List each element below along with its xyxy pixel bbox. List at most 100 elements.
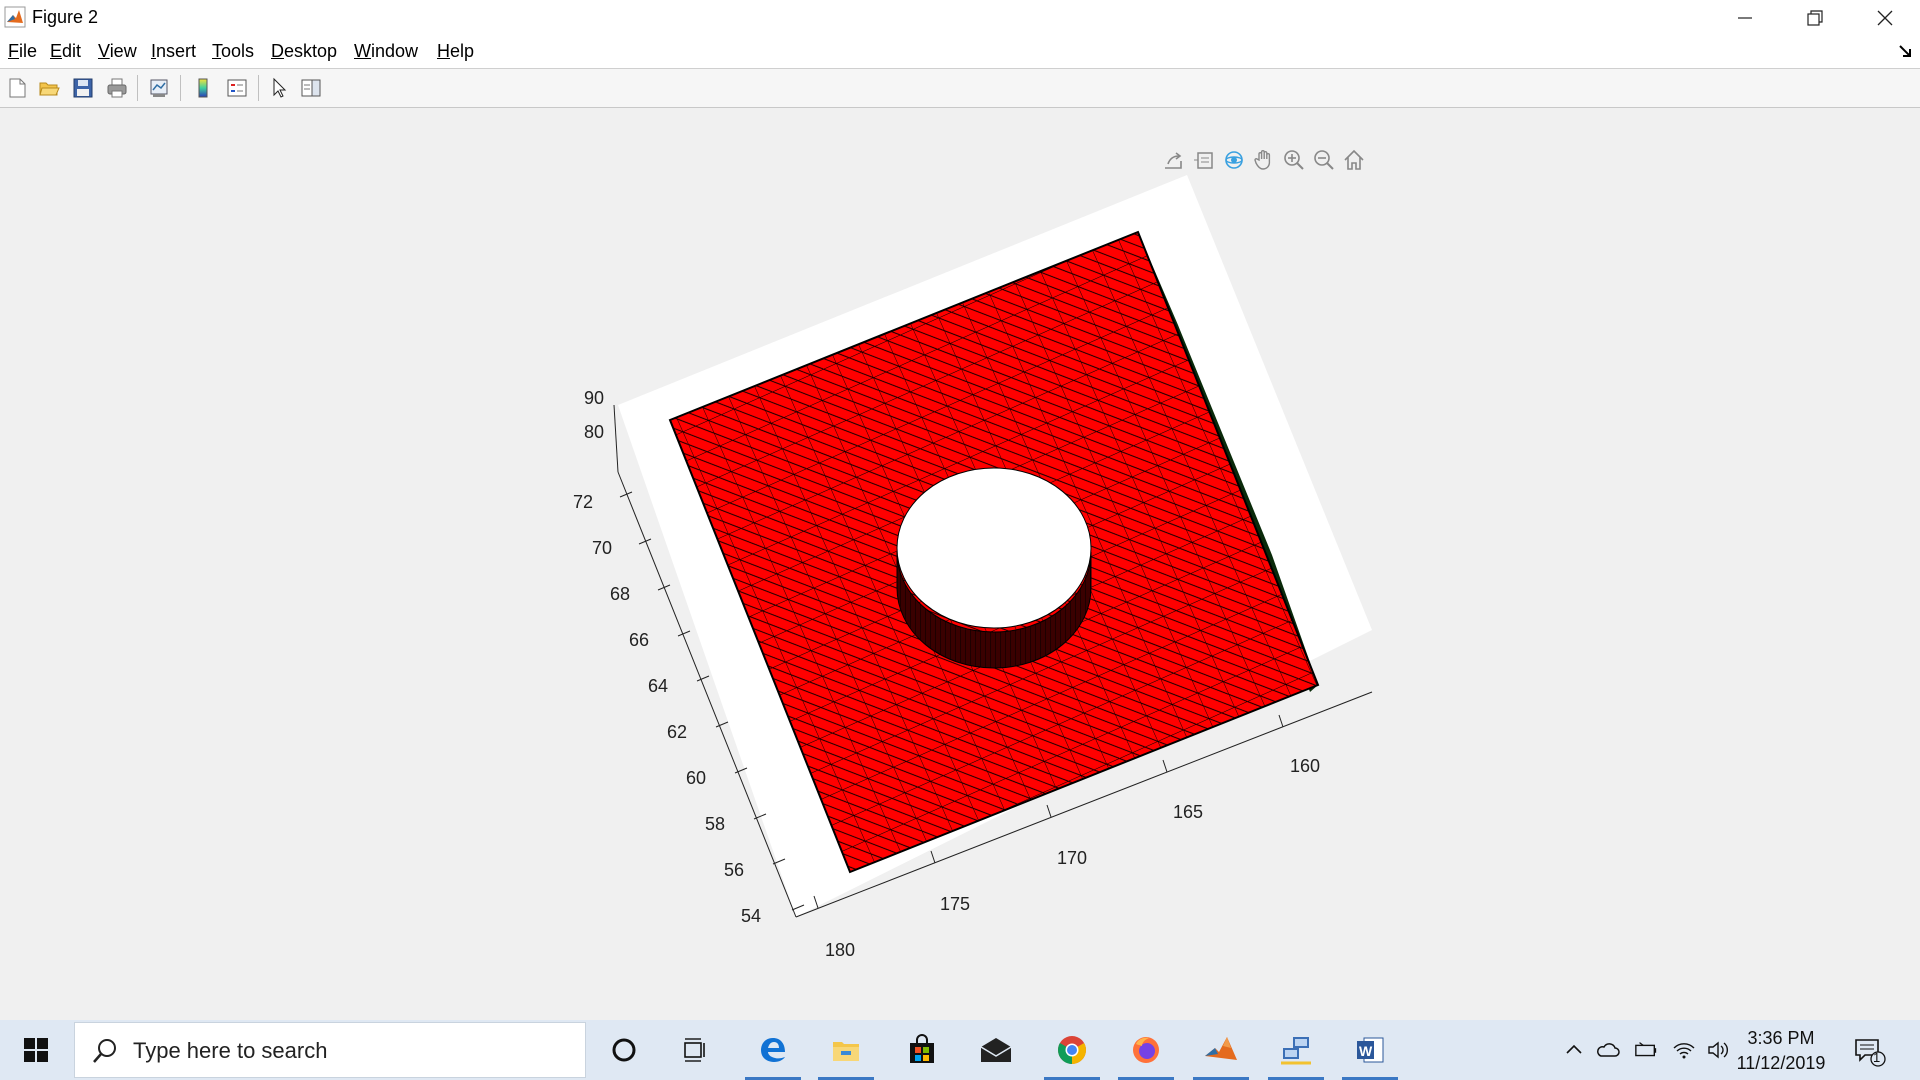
edge-icon <box>761 1038 785 1062</box>
pan-icon <box>1254 150 1271 170</box>
matlab-logo-icon <box>4 6 26 28</box>
onedrive-button[interactable] <box>1596 1038 1620 1062</box>
network-app-icon <box>1281 1037 1311 1065</box>
link-plot-button[interactable] <box>146 75 172 101</box>
insert-colorbar-button[interactable] <box>190 75 216 101</box>
y-tick-label: 58 <box>705 814 725 834</box>
toolbar-separator <box>137 75 138 101</box>
wifi-icon <box>1673 1043 1695 1059</box>
show-hidden-icons-button[interactable] <box>1562 1038 1586 1062</box>
start-button[interactable] <box>0 1020 72 1080</box>
zoom-out-icon <box>1314 150 1334 170</box>
y-tick-label: 56 <box>724 860 744 880</box>
restore-icon <box>1807 10 1823 26</box>
print-button[interactable] <box>104 75 130 101</box>
windows-logo-icon <box>24 1038 48 1062</box>
window-title: Figure 2 <box>32 7 99 27</box>
close-icon <box>1877 10 1893 26</box>
matlab-button[interactable] <box>1185 1020 1257 1080</box>
store-icon <box>910 1034 934 1063</box>
axes-3d[interactable]: 90 80 72 70 68 66 64 62 60 58 56 54 160 … <box>0 108 1920 1020</box>
pan-button[interactable] <box>1250 146 1278 174</box>
search-input[interactable] <box>131 1033 565 1069</box>
minimize-button[interactable] <box>1710 0 1780 36</box>
menu-desktop[interactable]: Desktop <box>271 41 337 62</box>
insert-legend-button[interactable] <box>224 75 250 101</box>
menu-insert[interactable]: Insert <box>151 41 196 62</box>
brush-button[interactable] <box>1190 146 1218 174</box>
zoom-out-button[interactable] <box>1310 146 1338 174</box>
network-app-button[interactable] <box>1260 1020 1332 1080</box>
save-button[interactable] <box>70 75 96 101</box>
firefox-button[interactable] <box>1110 1020 1182 1080</box>
onedrive-icon <box>1597 1043 1620 1057</box>
y-tick-label: 54 <box>741 906 761 926</box>
word-icon: W <box>1357 1037 1384 1063</box>
new-figure-icon <box>9 78 26 98</box>
export-button[interactable] <box>1160 146 1188 174</box>
word-button[interactable]: W <box>1334 1020 1406 1080</box>
edit-plot-icon <box>273 77 287 98</box>
figure-toolbar <box>0 69 1920 108</box>
edit-plot-button[interactable] <box>266 75 292 101</box>
open-file-icon <box>39 82 60 96</box>
zoom-in-button[interactable] <box>1280 146 1308 174</box>
menu-tools[interactable]: Tools <box>212 41 254 62</box>
mail-button[interactable] <box>960 1020 1032 1080</box>
insert-legend-icon <box>227 79 247 97</box>
new-figure-button[interactable] <box>4 75 30 101</box>
export-icon <box>1165 152 1182 169</box>
property-inspector-button[interactable] <box>298 75 324 101</box>
brush-icon <box>1194 152 1213 169</box>
taskbar: W 3:36 PM 11/12/2019 1 <box>0 1020 1920 1080</box>
menu-bar: File Edit View Insert Tools Desktop Wind… <box>0 36 1920 69</box>
taskbar-search[interactable] <box>74 1022 586 1078</box>
menu-window[interactable]: Window <box>354 41 418 62</box>
search-icon <box>93 1039 116 1063</box>
store-button[interactable] <box>886 1020 958 1080</box>
chrome-button[interactable] <box>1036 1020 1108 1080</box>
file-explorer-icon <box>833 1042 859 1061</box>
z-tick-label: 80 <box>584 422 604 442</box>
open-file-button[interactable] <box>36 75 62 101</box>
property-inspector-icon <box>301 79 321 97</box>
cortana-button[interactable] <box>588 1020 660 1080</box>
x-tick-label: 160 <box>1290 756 1320 776</box>
file-explorer-button[interactable] <box>810 1020 882 1080</box>
restore-button[interactable] <box>1780 0 1850 36</box>
notification-count: 1 <box>1873 1050 1881 1065</box>
zoom-in-icon <box>1284 150 1304 170</box>
rotate-3d-button[interactable] <box>1220 146 1248 174</box>
x-tick-label: 165 <box>1173 802 1203 822</box>
clock[interactable]: 3:36 PM 11/12/2019 <box>1726 1026 1836 1076</box>
undock-arrow-icon[interactable] <box>1898 44 1912 58</box>
task-view-icon <box>684 1038 705 1062</box>
notification-icon <box>1855 1039 1886 1067</box>
cortana-icon <box>612 1038 636 1062</box>
save-icon <box>73 78 93 98</box>
menu-file[interactable]: File <box>8 41 37 62</box>
action-center-button[interactable]: 1 <box>1852 1034 1886 1068</box>
menu-view[interactable]: View <box>98 41 137 62</box>
task-view-button[interactable] <box>660 1020 732 1080</box>
clock-time: 3:36 PM <box>1747 1028 1815 1048</box>
print-icon <box>107 78 127 98</box>
menu-edit[interactable]: Edit <box>50 41 81 62</box>
close-button[interactable] <box>1850 0 1920 36</box>
x-tick-label: 170 <box>1057 848 1087 868</box>
z-tick-label: 90 <box>584 388 604 408</box>
rotate-3d-icon <box>1225 151 1243 169</box>
wifi-button[interactable] <box>1672 1038 1696 1062</box>
menu-help[interactable]: Help <box>437 41 474 62</box>
home-button[interactable] <box>1340 146 1368 174</box>
battery-button[interactable] <box>1634 1038 1658 1062</box>
svg-text:W: W <box>1359 1043 1373 1059</box>
z-axis-line <box>613 404 619 473</box>
figure-canvas[interactable]: 90 80 72 70 68 66 64 62 60 58 56 54 160 … <box>0 108 1920 1020</box>
y-tick-label: 64 <box>648 676 668 696</box>
title-bar: Figure 2 <box>0 0 1920 36</box>
y-tick-label: 72 <box>573 492 593 512</box>
edge-button[interactable] <box>737 1020 809 1080</box>
y-tick-label: 70 <box>592 538 612 558</box>
mail-icon <box>980 1038 1012 1062</box>
